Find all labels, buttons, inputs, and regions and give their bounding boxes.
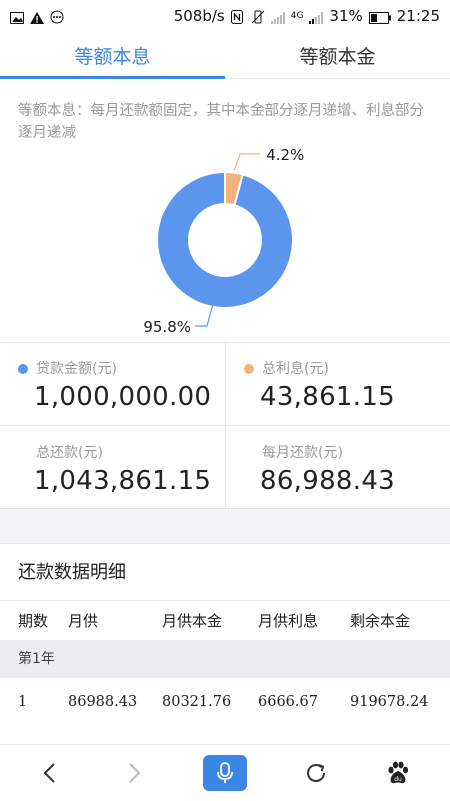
refresh-icon xyxy=(307,764,325,782)
table-header: 期数 月供 月供本金 月供利息 剩余本金 xyxy=(0,600,450,641)
total-repayment-label: 总还款(元) xyxy=(36,445,103,461)
cell-interest: 6666.67 xyxy=(258,694,318,710)
col-monthly-payment: 月供 xyxy=(68,612,99,630)
col-period: 期数 xyxy=(18,612,49,630)
paw-icon: du xyxy=(388,761,409,784)
vibrate-icon xyxy=(251,10,265,24)
clock: 21:25 xyxy=(396,7,440,25)
nfc-icon xyxy=(230,10,245,24)
tab-equal-installment[interactable]: 等额本息 xyxy=(0,32,225,79)
loan-legend-dot xyxy=(18,364,28,374)
monthly-repayment-cell: 每月还款(元) 86,988.43 xyxy=(226,426,450,508)
warning-icon xyxy=(30,10,44,24)
total-interest-cell: 总利息(元) 43,861.15 xyxy=(226,342,450,424)
svg-text:du: du xyxy=(394,776,402,783)
total-repayment-cell: 总还款(元) 1,043,861.15 xyxy=(0,426,225,508)
interest-leader-line xyxy=(233,153,261,171)
col-interest: 月供利息 xyxy=(258,612,319,630)
monthly-repayment-value: 86,988.43 xyxy=(260,466,396,496)
divider xyxy=(225,342,226,508)
loan-amount-cell: 贷款金额(元) 1,000,000.00 xyxy=(0,342,225,424)
back-button[interactable] xyxy=(28,755,72,791)
interest-legend-dot xyxy=(244,364,254,374)
interest-percent-label: 4.2% xyxy=(266,146,304,164)
monthly-repayment-label: 每月还款(元) xyxy=(262,445,343,461)
tab-equal-principal[interactable]: 等额本金 xyxy=(225,32,450,78)
browser-toolbar: du xyxy=(0,744,450,801)
signal-icon-2 xyxy=(309,10,324,24)
year-group-header[interactable]: 第1年 xyxy=(0,640,450,678)
loan-amount-label: 贷款金额(元) xyxy=(36,361,117,377)
details-title: 还款数据明细 xyxy=(18,562,126,583)
cell-period: 1 xyxy=(18,694,28,710)
baidu-home-button[interactable]: du xyxy=(376,755,420,791)
mic-icon xyxy=(217,762,233,783)
back-icon xyxy=(43,763,55,783)
year-label: 第1年 xyxy=(18,651,55,667)
battery-percent: 31% xyxy=(329,7,363,25)
donut-svg: 4.2% 95.8% xyxy=(143,146,304,336)
method-description: 等额本息：每月还款额固定，其中本金部分逐月递增、利息部分逐月递减 xyxy=(18,103,424,141)
network-speed: 508b/s xyxy=(173,7,225,25)
voice-search-button[interactable] xyxy=(203,755,247,791)
col-principal: 月供本金 xyxy=(162,612,223,630)
more-dots-icon xyxy=(50,10,64,24)
image-icon xyxy=(10,10,24,24)
forward-button[interactable] xyxy=(112,755,156,791)
loan-donut-chart: 4.2% 95.8% xyxy=(0,140,450,340)
cell-principal: 80321.76 xyxy=(162,694,232,710)
section-gap xyxy=(0,508,450,544)
total-interest-value: 43,861.15 xyxy=(260,382,396,412)
loan-amount-value: 1,000,000.00 xyxy=(34,382,212,412)
repayment-method-tabs: 等额本息 等额本金 xyxy=(0,32,450,79)
total-interest-label: 总利息(元) xyxy=(262,361,329,377)
table-row: 1 86988.43 80321.76 6666.67 919678.24 xyxy=(0,680,450,724)
loan-percent-label: 95.8% xyxy=(143,318,191,336)
status-bar: 508b/s 4G 31% 21:25 xyxy=(0,0,450,32)
cell-remaining: 919678.24 xyxy=(350,694,429,710)
col-remaining: 剩余本金 xyxy=(350,612,411,630)
battery-icon xyxy=(368,10,391,24)
signal-icon xyxy=(270,10,285,24)
cell-monthly-payment: 86988.43 xyxy=(68,694,138,710)
refresh-button[interactable] xyxy=(294,755,338,791)
forward-icon xyxy=(129,763,141,783)
total-repayment-value: 1,043,861.15 xyxy=(34,466,212,496)
network-type: 4G xyxy=(290,11,304,21)
